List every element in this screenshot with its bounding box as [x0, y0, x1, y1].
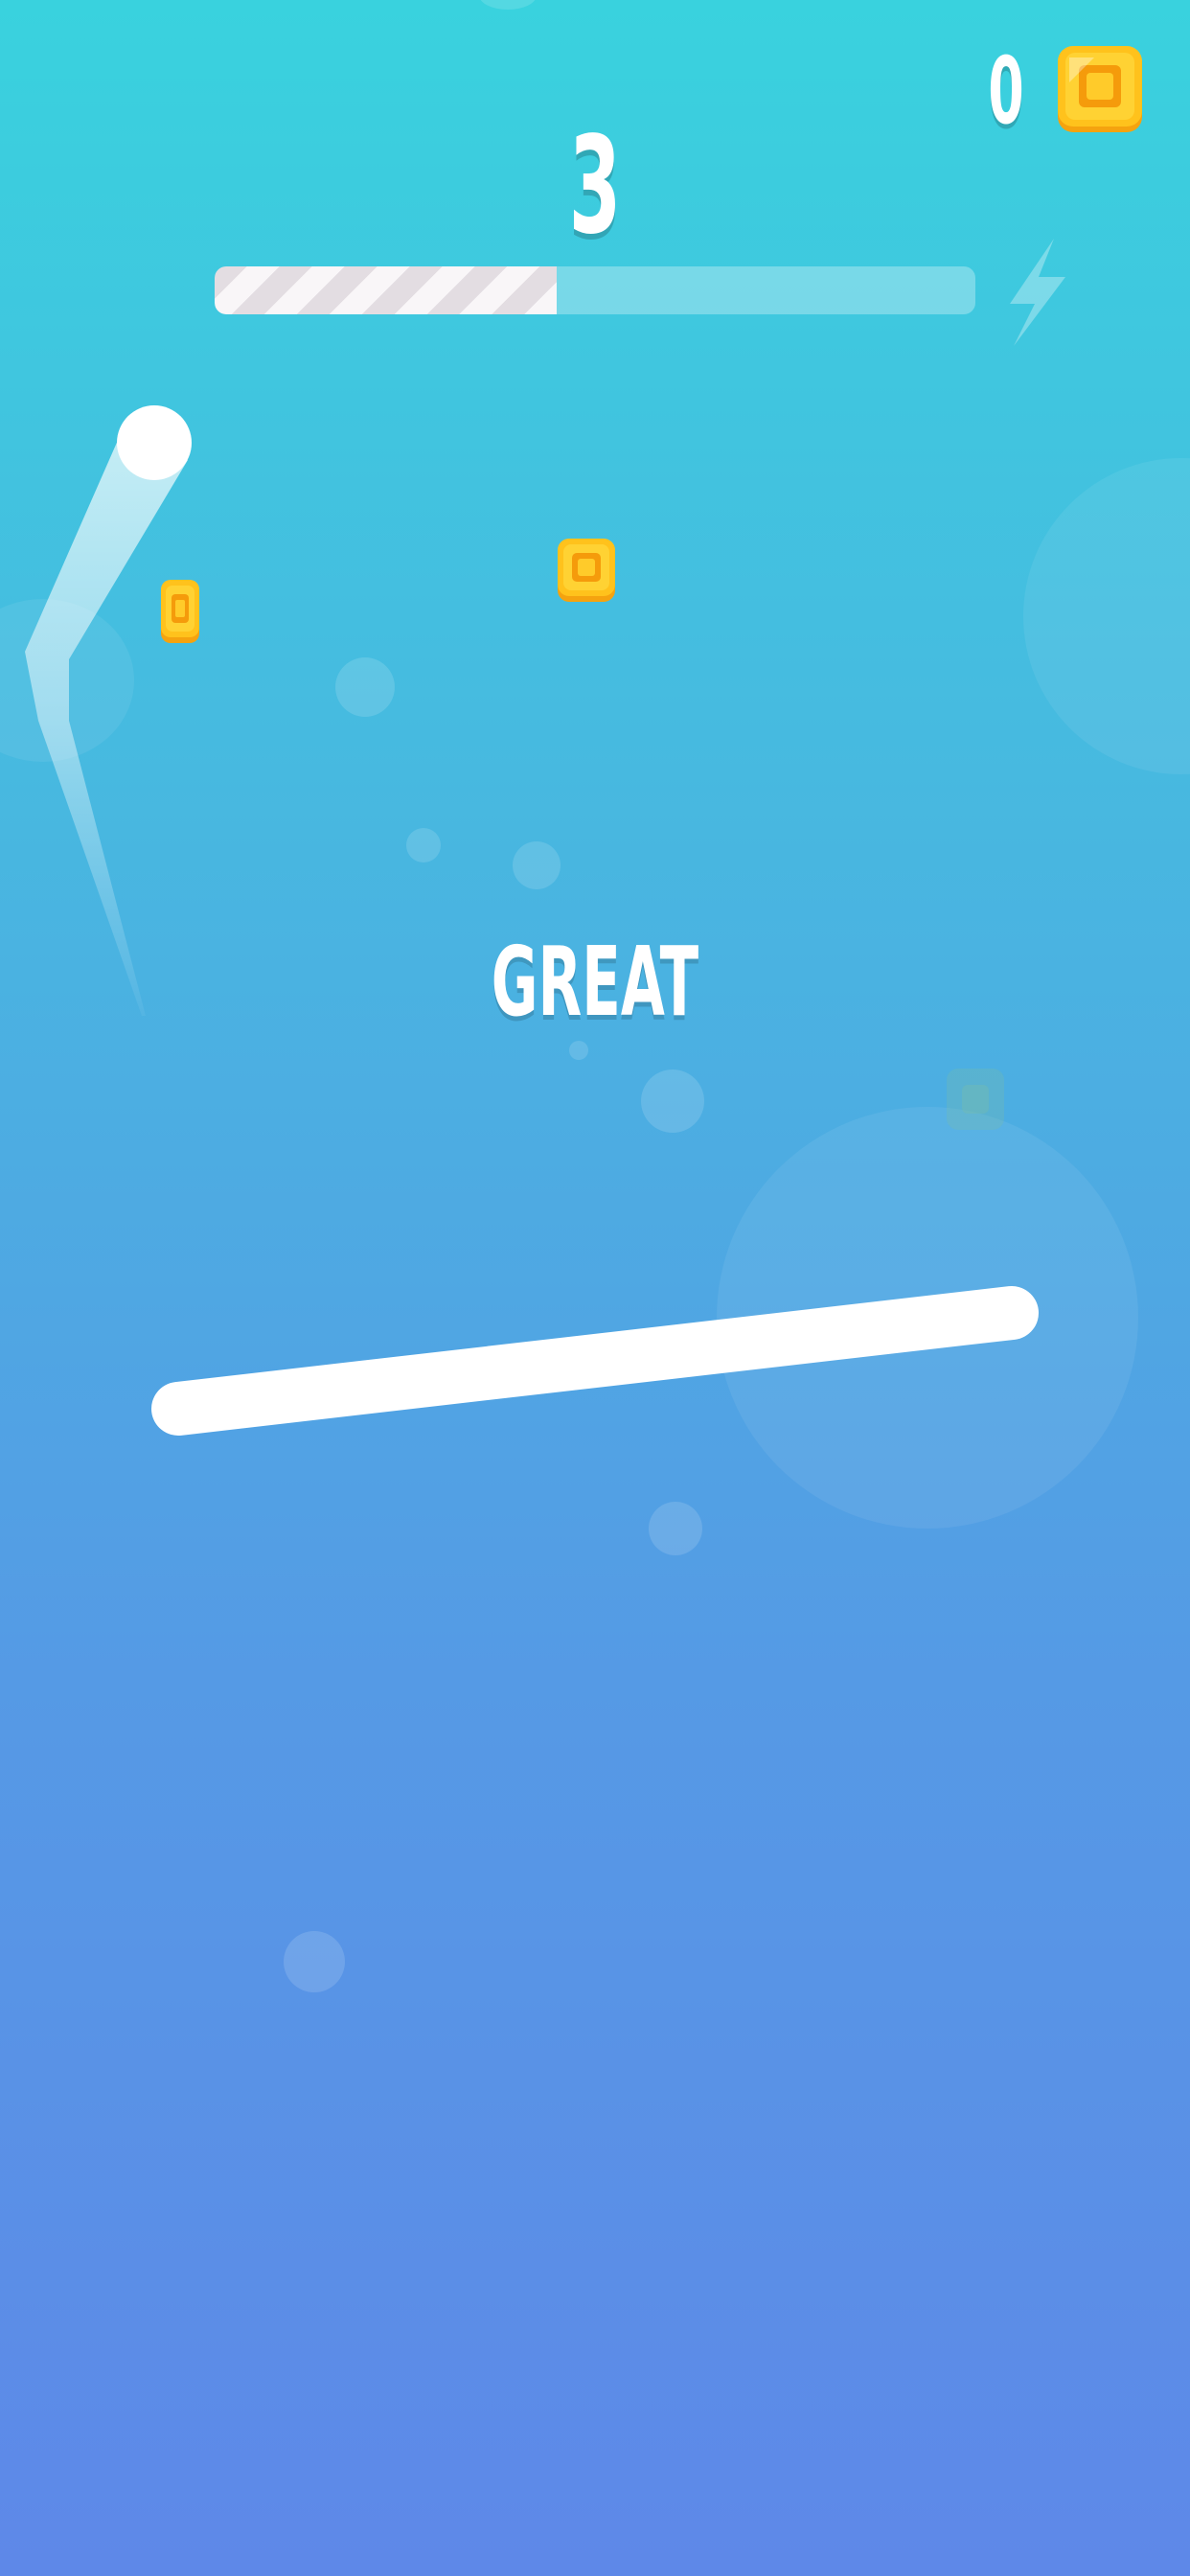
tilting-platform[interactable]: [0, 0, 1190, 2576]
game-canvas[interactable]: 0 3 GREAT: [0, 0, 1190, 2576]
